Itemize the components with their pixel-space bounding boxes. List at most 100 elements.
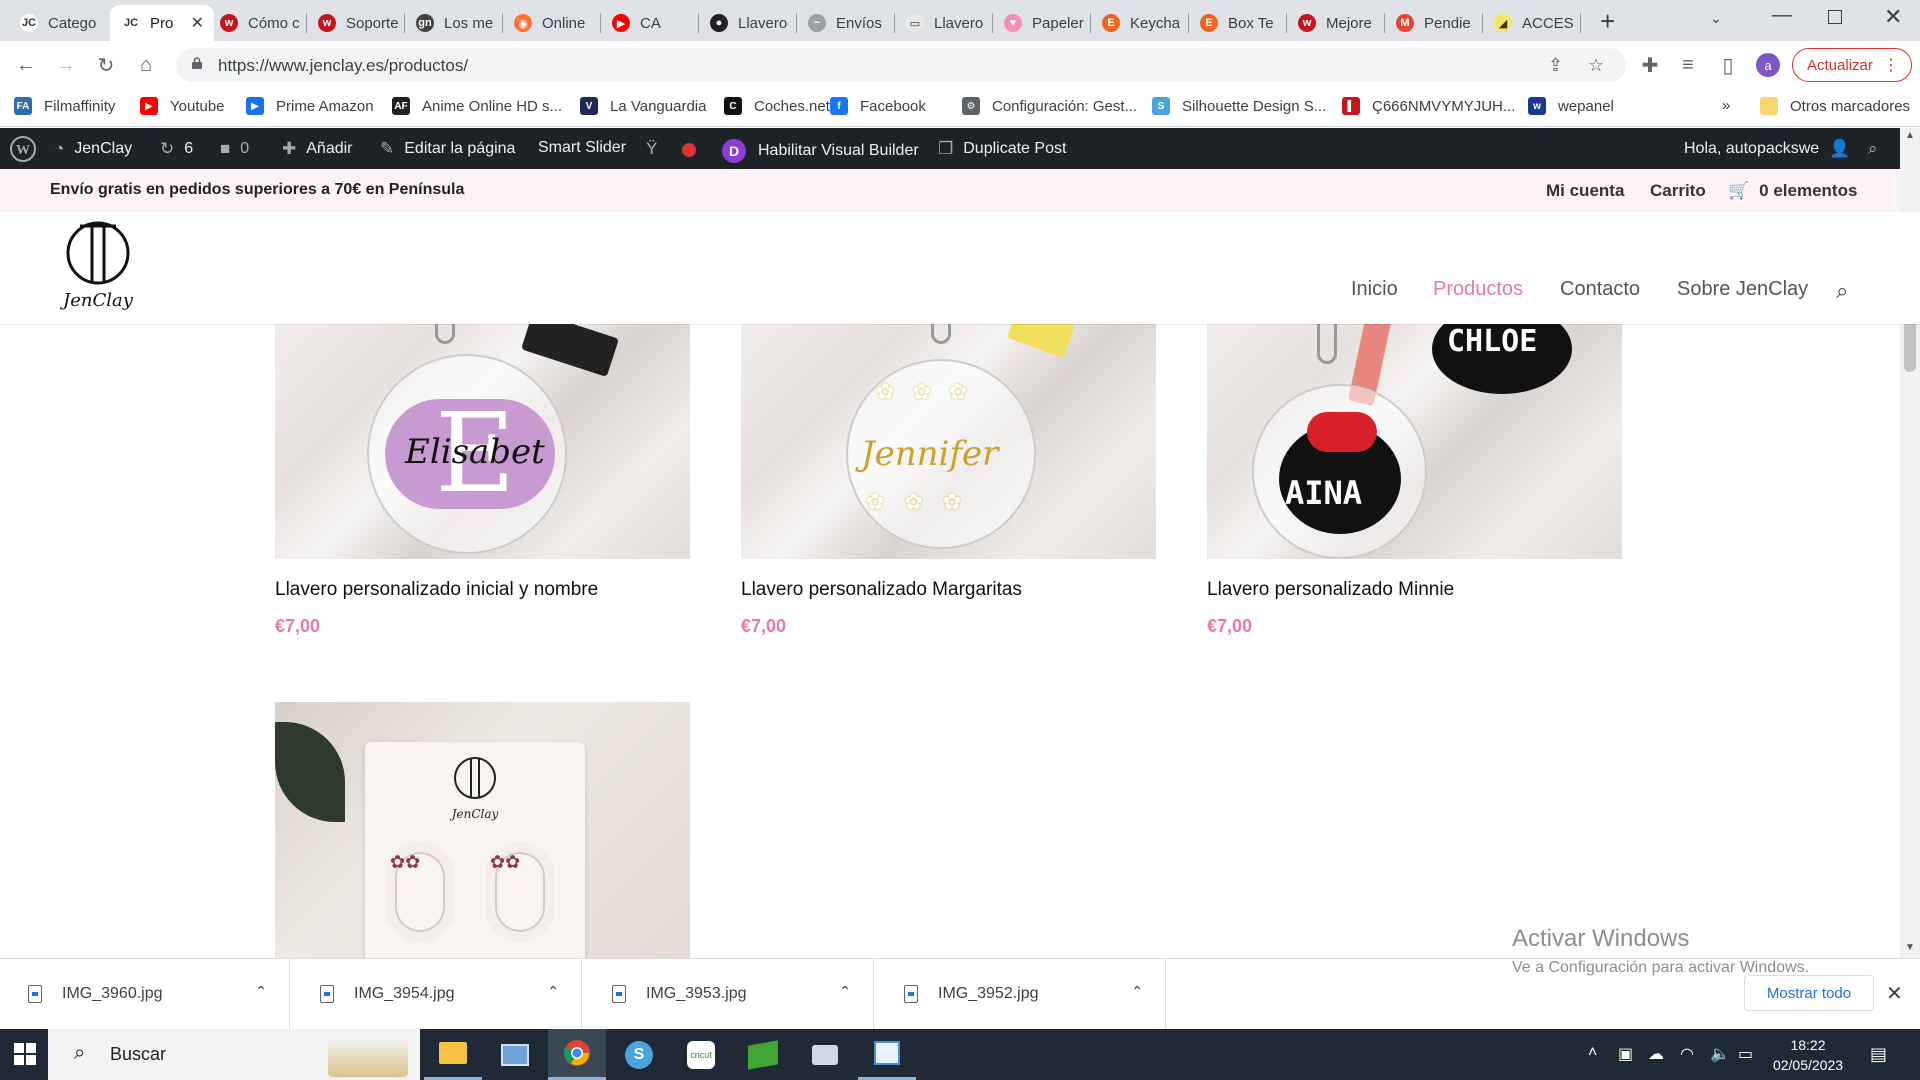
bookmark-item[interactable]: FA Filmaffinity xyxy=(14,97,115,115)
home-icon[interactable]: ⌂ xyxy=(132,51,160,79)
bookmark-item[interactable]: ▶ Prime Amazon xyxy=(246,97,374,115)
bookmark-item[interactable]: S Silhouette Design S... xyxy=(1152,97,1326,115)
wp-comments[interactable]: ■ 0 xyxy=(220,139,249,159)
windows-start-icon[interactable] xyxy=(14,1043,36,1065)
wp-smart-slider[interactable]: Smart Slider xyxy=(538,139,626,157)
browser-tab[interactable]: M Pendie xyxy=(1384,5,1482,41)
lock-icon[interactable] xyxy=(192,57,202,69)
address-bar[interactable]: https://www.jenclay.es/productos/ ⇪ ☆ xyxy=(176,48,1626,82)
battery-icon[interactable]: ▭ xyxy=(1738,1044,1753,1064)
cart-summary[interactable]: 🛒 0 elementos xyxy=(1728,181,1857,201)
browser-tab[interactable]: ▶ CA xyxy=(600,5,698,41)
side-panel-icon[interactable]: ▯ xyxy=(1714,51,1742,79)
browser-tab[interactable]: E Box Te xyxy=(1188,5,1286,41)
forward-icon[interactable]: → xyxy=(52,51,80,79)
wp-logo-icon[interactable]: W xyxy=(10,136,36,162)
system-clock[interactable]: 18:22 02/05/2023 xyxy=(1763,1035,1853,1075)
notifications-icon[interactable]: ▤ xyxy=(1870,1044,1887,1065)
bookmark-item[interactable]: ▶ Youtube xyxy=(140,97,225,115)
restore-button[interactable] xyxy=(1828,10,1842,24)
cart-link[interactable]: Carrito xyxy=(1650,181,1706,201)
site-search-icon[interactable]: ⌕ xyxy=(1836,278,1848,304)
browser-tab[interactable]: ♥ Papeler xyxy=(992,5,1090,41)
jenclay-logo[interactable]: JenClay xyxy=(56,220,146,320)
browser-tab[interactable]: ▭ Llavero xyxy=(894,5,992,41)
image-app-icon[interactable] xyxy=(858,1029,916,1080)
bookmark-star-icon[interactable]: ☆ xyxy=(1588,55,1604,76)
share-icon[interactable]: ⇪ xyxy=(1548,55,1563,76)
bookmark-item[interactable]: ⚙ Configuración: Gest... xyxy=(962,97,1137,115)
media-icon[interactable]: ≡ xyxy=(1674,51,1702,79)
browser-tab[interactable]: JC Catego xyxy=(8,5,106,41)
back-icon[interactable]: ← xyxy=(12,51,40,79)
browser-tab[interactable]: ◢ ACCES xyxy=(1482,5,1580,41)
meet-icon[interactable]: ▣ xyxy=(1618,1044,1633,1064)
download-item[interactable]: IMG_3953.jpg ⌃ xyxy=(584,959,874,1029)
browser-tab[interactable]: gn Los me xyxy=(404,5,502,41)
scroll-up-arrow[interactable]: ▲ xyxy=(1905,130,1915,141)
wp-updates[interactable]: ↻ 6 xyxy=(160,139,193,159)
url-text[interactable]: https://www.jenclay.es/productos/ xyxy=(218,56,468,76)
onedrive-icon[interactable]: ☁ xyxy=(1648,1044,1664,1064)
spreadsheet-app-icon[interactable] xyxy=(734,1029,792,1080)
my-account-link[interactable]: Mi cuenta xyxy=(1546,181,1624,201)
nav-item-sobre-jenclay[interactable]: Sobre JenClay xyxy=(1677,278,1808,301)
close-window-button[interactable]: ✕ xyxy=(1884,4,1902,30)
product-image[interactable]: CHLOE AINA xyxy=(1207,324,1622,559)
wp-search-icon[interactable]: ⌕ xyxy=(1868,139,1888,159)
reload-icon[interactable]: ↻ xyxy=(92,51,120,79)
update-button[interactable]: Actualizar ⋮ xyxy=(1792,48,1912,82)
browser-tab[interactable]: ● Llavero xyxy=(698,5,796,41)
product-image[interactable]: ✿✿✿ Jennifer ✿✿✿ xyxy=(741,324,1156,559)
product-title[interactable]: Llavero personalizado Minnie xyxy=(1207,579,1454,601)
profile-avatar[interactable]: a xyxy=(1756,53,1780,77)
wp-site-name[interactable]: ◔ JenClay xyxy=(54,139,132,159)
tray-overflow-icon[interactable]: ˄ xyxy=(1588,1044,1597,1062)
taskbar-search[interactable]: ⌕ Buscar xyxy=(48,1029,420,1080)
explorer-app-icon[interactable] xyxy=(486,1029,544,1080)
bookmarks-overflow[interactable]: » xyxy=(1722,97,1730,114)
browser-tab[interactable]: w Mejore xyxy=(1286,5,1384,41)
download-item[interactable]: IMG_3960.jpg ⌃ xyxy=(0,959,290,1029)
bookmark-item[interactable]: C Coches.net xyxy=(724,97,830,115)
product-title[interactable]: Llavero personalizado inicial y nombre xyxy=(275,579,598,601)
wp-duplicate-post[interactable]: ❐ Duplicate Post xyxy=(938,139,1066,159)
browser-tab[interactable]: E Keycha xyxy=(1090,5,1188,41)
bookmark-item[interactable]: w wepanel xyxy=(1528,97,1614,115)
yoast-icon[interactable]: Ÿ xyxy=(646,139,667,159)
chevron-up-icon[interactable]: ⌃ xyxy=(839,983,851,1000)
wp-visual-builder[interactable]: D Habilitar Visual Builder xyxy=(722,139,919,163)
new-tab-button[interactable]: + xyxy=(1600,6,1615,37)
scroll-down-arrow[interactable]: ▼ xyxy=(1905,942,1915,953)
show-all-button[interactable]: Mostrar todo xyxy=(1744,975,1874,1011)
product-title[interactable]: Llavero personalizado Margaritas xyxy=(741,579,1022,601)
product-image[interactable]: E Elisabet xyxy=(275,324,690,559)
nav-item-inicio[interactable]: Inicio xyxy=(1351,278,1398,301)
volume-icon[interactable]: 🔈 xyxy=(1710,1044,1730,1064)
tab-close-icon[interactable]: ✕ xyxy=(191,13,204,33)
chevron-up-icon[interactable]: ⌃ xyxy=(547,983,559,1000)
other-bookmarks[interactable]: Otros marcadores xyxy=(1760,97,1910,115)
chevron-up-icon[interactable]: ⌃ xyxy=(255,983,267,1000)
bookmark-item[interactable]: V La Vanguardia xyxy=(580,97,706,115)
nav-item-contacto[interactable]: Contacto xyxy=(1560,278,1640,301)
wp-add-new[interactable]: ✚ Añadir xyxy=(282,139,353,159)
wp-edit-page[interactable]: ✎ Editar la página xyxy=(380,139,515,159)
tab-search-icon[interactable]: ⌄ xyxy=(1710,10,1722,27)
cricut-icon[interactable]: cricut xyxy=(672,1029,730,1080)
bookmark-item[interactable]: f Facebook xyxy=(830,97,926,115)
bookmark-item[interactable]: AF Anime Online HD s... xyxy=(392,97,562,115)
browser-tab[interactable]: w Cómo c xyxy=(208,5,306,41)
file-explorer-icon[interactable] xyxy=(424,1029,482,1080)
nav-item-productos[interactable]: Productos xyxy=(1433,278,1523,301)
bookmark-item[interactable]: ▌ Ç666NMVYMYJUH... xyxy=(1342,97,1515,115)
chrome-icon[interactable] xyxy=(548,1029,606,1080)
silhouette-icon[interactable]: S xyxy=(610,1029,668,1080)
wp-account[interactable]: Hola, autopackswe 👤 xyxy=(1684,139,1860,159)
product-image[interactable]: JenClay ✿✿ ✿✿ xyxy=(275,702,690,958)
browser-tab[interactable]: w Soporte xyxy=(306,5,404,41)
download-item[interactable]: IMG_3952.jpg ⌃ xyxy=(876,959,1166,1029)
chevron-up-icon[interactable]: ⌃ xyxy=(1131,983,1143,1000)
close-icon[interactable]: ✕ xyxy=(1886,981,1903,1006)
browser-tab[interactable]: JC Pro ✕ xyxy=(110,5,214,41)
